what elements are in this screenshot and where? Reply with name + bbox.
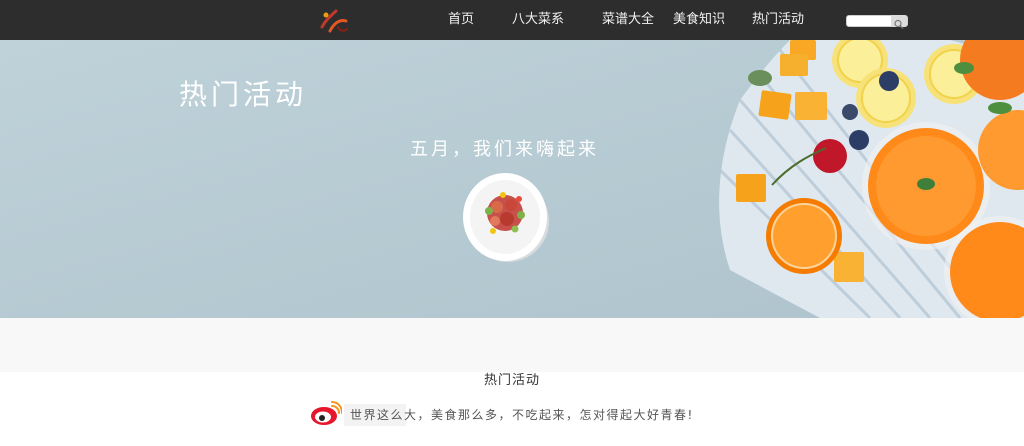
nav-item-home[interactable]: 首页 bbox=[448, 12, 474, 28]
search-input[interactable] bbox=[846, 15, 908, 29]
nav-item-events[interactable]: 热门活动 bbox=[752, 12, 804, 28]
dish-plate-image[interactable] bbox=[463, 171, 549, 263]
banner-title: 热门活动 bbox=[179, 78, 308, 111]
weibo-icon[interactable] bbox=[310, 400, 342, 426]
content-spacer bbox=[0, 318, 1024, 372]
search-button[interactable] bbox=[891, 15, 907, 29]
logo-icon[interactable] bbox=[316, 5, 350, 35]
slogan-text: 世界这么大，美食那么多，不吃起来，怎对得起大好青春! bbox=[350, 408, 694, 422]
section-title: 热门活动 bbox=[483, 373, 540, 388]
fruit-juice-illustration bbox=[718, 40, 1024, 318]
search-icon bbox=[894, 19, 904, 29]
banner-subtitle: 五月，我们来嗨起来 bbox=[410, 139, 599, 160]
nav-item-knowledge[interactable]: 美食知识 bbox=[673, 12, 725, 28]
top-nav: 首页 八大菜系 菜谱大全 美食知识 热门活动 bbox=[0, 0, 1024, 40]
nav-item-cuisines[interactable]: 八大菜系 bbox=[512, 12, 564, 28]
nav-item-recipes[interactable]: 菜谱大全 bbox=[602, 12, 654, 28]
hero-banner: 热门活动 五月，我们来嗨起来 bbox=[0, 40, 1024, 318]
